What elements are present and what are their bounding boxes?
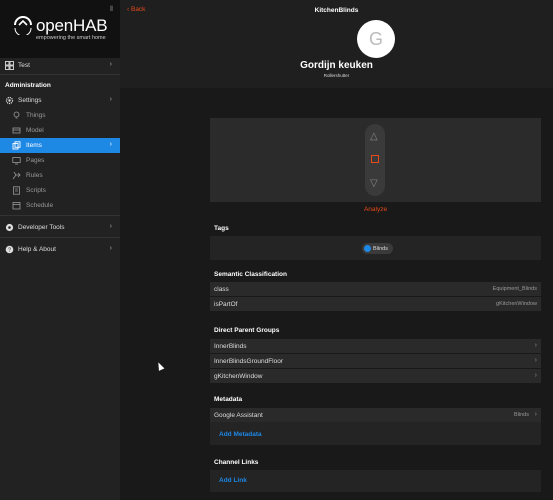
add-link-button[interactable]: Add Link [219, 477, 247, 484]
chevron-right-icon: › [534, 342, 537, 349]
tags-title: Tags [214, 225, 229, 232]
sidebar-item-label: Schedule [26, 202, 54, 209]
divider [0, 74, 120, 75]
stop-icon[interactable] [371, 155, 379, 163]
sidebar-item-label: Pages [26, 157, 45, 164]
item-type: Rollershutter [323, 73, 350, 78]
item-header: ‹ Back KitchenBlinds G Gordijn keuken Ro… [120, 0, 553, 88]
sidebar-item-label: Settings [18, 97, 42, 104]
rollershutter-widget: △ ▽ [210, 118, 541, 202]
sidebar-item-schedule[interactable]: Schedule [0, 198, 120, 213]
list-item[interactable]: Google Assistant Blinds › [210, 408, 541, 422]
help-icon: ? [5, 245, 14, 254]
sidebar-item-model[interactable]: Model [0, 123, 120, 138]
item-label: Gordijn keuken [300, 60, 373, 71]
metadata-title: Metadata [214, 396, 243, 403]
lightbulb-icon [13, 111, 20, 119]
sidebar-item-help[interactable]: ? Help & About › [0, 242, 120, 257]
logo-text: openHAB [36, 16, 108, 35]
rollershutter-control: △ ▽ [365, 124, 385, 196]
tag-label: Blinds [373, 246, 388, 252]
sidebar-item-label: Developer Tools [18, 224, 65, 231]
grid-icon [5, 61, 14, 70]
sidebar-item-label: Things [26, 112, 46, 119]
openhab-logo-icon [14, 16, 32, 35]
model-icon [12, 127, 21, 134]
sidebar-item-scripts[interactable]: Scripts [0, 183, 120, 198]
scripts-icon [13, 186, 20, 195]
sidebar-item-label: Model [26, 127, 44, 134]
sidebar-item-settings[interactable]: Settings › [0, 93, 120, 108]
pages-icon [12, 157, 21, 165]
channel-links-title: Channel Links [214, 459, 259, 466]
sidebar-item-things[interactable]: Things [0, 108, 120, 123]
sidebar-item-pages[interactable]: Pages [0, 153, 120, 168]
items-icon [12, 141, 21, 150]
sidebar-item-label: Items [26, 142, 42, 149]
chevron-right-icon: › [109, 96, 112, 103]
group-name: gKitchenWindow [214, 373, 263, 380]
semantic-title: Semantic Classification [214, 271, 287, 278]
row-value: gKitchenWindow [496, 301, 537, 307]
list-item[interactable]: InnerBlinds › [210, 339, 541, 353]
chevron-right-icon: › [534, 411, 537, 418]
sidebar-item-label: Help & About [18, 246, 56, 253]
chevron-right-icon: › [109, 141, 112, 148]
avatar: G [357, 20, 395, 58]
tag-icon [364, 245, 371, 252]
table-row: class Equipment_Blinds [210, 282, 541, 296]
chevron-right-icon: › [534, 372, 537, 379]
metadata-value: Blinds [514, 412, 529, 418]
gear-icon [5, 223, 14, 232]
row-value: Equipment_Blinds [492, 286, 537, 292]
divider [0, 237, 120, 238]
group-name: InnerBlinds [214, 343, 247, 350]
row-key: isPartOf [214, 301, 238, 308]
admin-heading: Administration [5, 82, 51, 89]
rules-icon [12, 171, 21, 180]
gear-icon [5, 96, 14, 105]
pin-icon[interactable]: ⫴ [110, 6, 113, 14]
chevron-right-icon: › [109, 245, 112, 252]
tag-chip[interactable]: Blinds [362, 243, 393, 254]
sidebar-item-label: Rules [26, 172, 43, 179]
list-item[interactable]: gKitchenWindow › [210, 369, 541, 383]
analyze-link[interactable]: Analyze [210, 206, 541, 213]
add-metadata-button[interactable]: Add Metadata [219, 431, 262, 438]
logo-tagline: empowering the smart home [36, 35, 106, 41]
sidebar-item-label: Test [18, 62, 30, 69]
chevron-right-icon: › [109, 223, 112, 230]
sidebar-item-label: Scripts [26, 187, 46, 194]
chevron-right-icon: › [109, 61, 112, 68]
table-row: isPartOf gKitchenWindow [210, 297, 541, 311]
calendar-icon [12, 202, 21, 210]
group-name: InnerBlindsGroundFloor [214, 358, 284, 365]
divider [0, 215, 120, 216]
sidebar-item-rules[interactable]: Rules [0, 168, 120, 183]
row-key: class [214, 286, 229, 293]
metadata-namespace: Google Assistant [214, 412, 263, 419]
logo-area[interactable]: openHAB empowering the smart home ⫴ [0, 0, 120, 58]
up-arrow-icon[interactable]: △ [370, 131, 378, 142]
down-arrow-icon[interactable]: ▽ [370, 178, 378, 189]
sidebar: openHAB empowering the smart home ⫴ Test… [0, 0, 120, 500]
chevron-right-icon: › [534, 357, 537, 364]
sidebar-item-developer-tools[interactable]: Developer Tools › [0, 220, 120, 235]
sidebar-item-home[interactable]: Test › [0, 58, 120, 73]
sidebar-item-items[interactable]: Items › [0, 138, 120, 153]
list-item[interactable]: InnerBlindsGroundFloor › [210, 354, 541, 368]
parents-title: Direct Parent Groups [214, 327, 280, 334]
svg-text:?: ? [8, 248, 11, 254]
channel-links-card [210, 470, 541, 492]
main-content: ‹ Back KitchenBlinds G Gordijn keuken Ro… [120, 0, 553, 500]
page-title: KitchenBlinds [314, 7, 359, 14]
